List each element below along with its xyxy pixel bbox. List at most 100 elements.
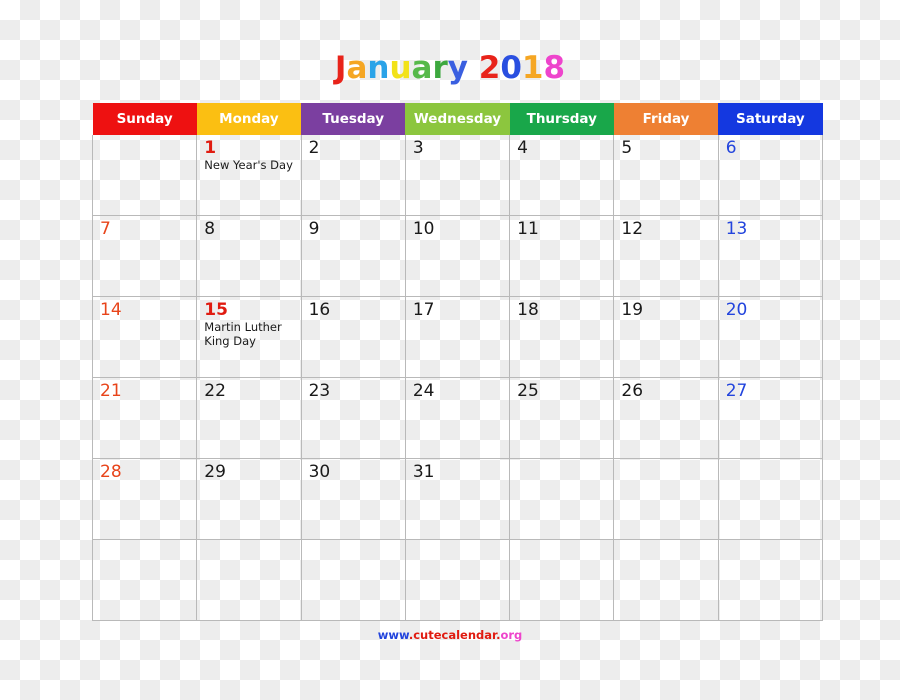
day-cell[interactable] xyxy=(509,458,615,540)
day-cell[interactable]: 1 New Year's Day xyxy=(196,134,302,216)
day-cell[interactable] xyxy=(300,539,406,621)
day-number: 9 xyxy=(308,219,320,239)
day-cell[interactable] xyxy=(509,539,615,621)
day-number: 29 xyxy=(204,462,226,482)
day-number: 26 xyxy=(621,381,644,401)
day-cell[interactable]: 25 xyxy=(509,377,615,459)
calendar-header-row: Sunday Monday Tuesday Wednesday Thursday Frid… xyxy=(92,102,823,135)
day-number: 18 xyxy=(517,300,539,320)
day-cell[interactable]: 10 xyxy=(404,215,511,297)
day-cell[interactable]: 2 xyxy=(300,134,406,216)
day-number: 31 xyxy=(412,462,435,482)
day-cell[interactable]: 3 xyxy=(404,134,511,216)
footer-segment: org xyxy=(500,628,523,642)
weekday-header-sunday: Sunday xyxy=(92,102,197,135)
day-number: 28 xyxy=(100,462,122,482)
day-cell[interactable]: 29 xyxy=(196,458,302,540)
weekday-header-wednesday: Wednesday xyxy=(405,102,510,135)
day-cell[interactable] xyxy=(613,539,719,621)
day-cell[interactable]: 8 xyxy=(196,215,302,297)
day-number: 10 xyxy=(412,219,435,239)
day-cell[interactable] xyxy=(613,458,719,540)
calendar-body: 1 New Year's Day 2 3 4 5 6 7 8 9 10 11 12 13 14 15 Marti… xyxy=(91,134,824,621)
day-cell[interactable]: 27 xyxy=(717,377,824,459)
title-letter: y xyxy=(447,50,468,86)
weekday-header-friday: Friday xyxy=(613,102,719,135)
weekday-header-monday: Monday xyxy=(196,102,302,135)
title-letter: 2 xyxy=(478,50,501,86)
day-number: 22 xyxy=(204,381,226,401)
day-cell[interactable]: 26 xyxy=(613,377,719,459)
day-cell[interactable]: 12 xyxy=(613,215,719,297)
day-number: 15 xyxy=(204,300,228,320)
day-cell[interactable] xyxy=(404,539,511,621)
day-cell[interactable]: 18 xyxy=(509,296,615,378)
day-number: 13 xyxy=(725,219,748,239)
footer-segment: www xyxy=(377,628,409,642)
day-number: 1 xyxy=(204,138,217,158)
day-cell[interactable]: 30 xyxy=(300,458,406,540)
day-number: 3 xyxy=(412,138,424,158)
day-cell[interactable] xyxy=(196,539,302,621)
title-letter: a xyxy=(411,50,433,86)
day-cell[interactable]: 4 xyxy=(509,134,615,216)
day-number: 24 xyxy=(412,381,435,401)
day-event-label: Martin Luther King Day xyxy=(204,320,282,348)
week-row: 1 New Year's Day 2 3 4 5 6 xyxy=(91,134,824,216)
day-number: 25 xyxy=(517,381,539,401)
title-letter: r xyxy=(432,50,448,86)
day-cell[interactable]: 5 xyxy=(613,134,719,216)
day-number: 11 xyxy=(517,219,539,239)
day-event-label: New Year's Day xyxy=(204,158,293,172)
day-cell[interactable]: 23 xyxy=(300,377,406,459)
footer-credit[interactable]: www.cutecalendar.org xyxy=(0,628,900,642)
week-row: 21 22 23 24 25 26 27 xyxy=(91,377,824,459)
day-number: 23 xyxy=(308,381,331,401)
day-number: 14 xyxy=(100,300,122,320)
day-cell[interactable]: 7 xyxy=(91,215,198,297)
day-number: 2 xyxy=(308,138,320,158)
week-row: 14 15 Martin Luther King Day 16 17 18 19 20 xyxy=(91,296,824,378)
day-cell[interactable] xyxy=(91,134,198,216)
day-cell[interactable]: 13 xyxy=(717,215,824,297)
title-letter: 0 xyxy=(500,50,522,86)
title-letter xyxy=(468,50,479,86)
page-title: January 2018 xyxy=(0,50,900,86)
day-cell[interactable]: 15 Martin Luther King Day xyxy=(196,296,302,378)
day-cell[interactable]: 20 xyxy=(717,296,824,378)
day-cell[interactable] xyxy=(717,458,824,540)
calendar-page: January 2018 Sunday Monday Tuesday Wednesda… xyxy=(0,0,900,700)
title-letter: n xyxy=(367,50,390,86)
week-row: 7 8 9 10 11 12 13 xyxy=(91,215,824,297)
day-cell[interactable]: 31 xyxy=(404,458,511,540)
week-row: 28 29 30 31 xyxy=(91,458,824,540)
day-number: 7 xyxy=(100,219,111,239)
day-number: 27 xyxy=(725,381,748,401)
day-cell[interactable]: 17 xyxy=(404,296,511,378)
day-cell[interactable]: 28 xyxy=(91,458,198,540)
weekday-header-saturday: Saturday xyxy=(718,102,823,135)
day-cell[interactable]: 24 xyxy=(404,377,511,459)
day-cell[interactable] xyxy=(91,539,198,621)
title-letter: 1 xyxy=(521,50,544,86)
day-number: 19 xyxy=(621,300,644,320)
title-letter: a xyxy=(346,50,368,86)
weekday-header-thursday: Thursday xyxy=(509,102,614,135)
day-cell[interactable]: 9 xyxy=(300,215,406,297)
day-number: 8 xyxy=(204,219,216,239)
day-cell[interactable]: 21 xyxy=(91,377,198,459)
weekday-header-tuesday: Tuesday xyxy=(301,102,406,135)
day-cell[interactable]: 16 xyxy=(300,296,406,378)
day-cell[interactable]: 14 xyxy=(91,296,198,378)
day-cell[interactable]: 11 xyxy=(509,215,615,297)
week-row xyxy=(91,539,824,621)
weekday-header-row: Sunday Monday Tuesday Wednesday Thursday Frid… xyxy=(92,102,823,135)
day-number: 30 xyxy=(308,462,331,482)
day-cell[interactable]: 19 xyxy=(613,296,719,378)
day-number: 6 xyxy=(725,138,737,158)
day-number: 16 xyxy=(308,300,331,320)
footer-segment: cutecalendar xyxy=(413,628,497,642)
day-cell[interactable]: 22 xyxy=(196,377,302,459)
day-cell[interactable] xyxy=(717,539,824,621)
day-cell[interactable]: 6 xyxy=(717,134,824,216)
